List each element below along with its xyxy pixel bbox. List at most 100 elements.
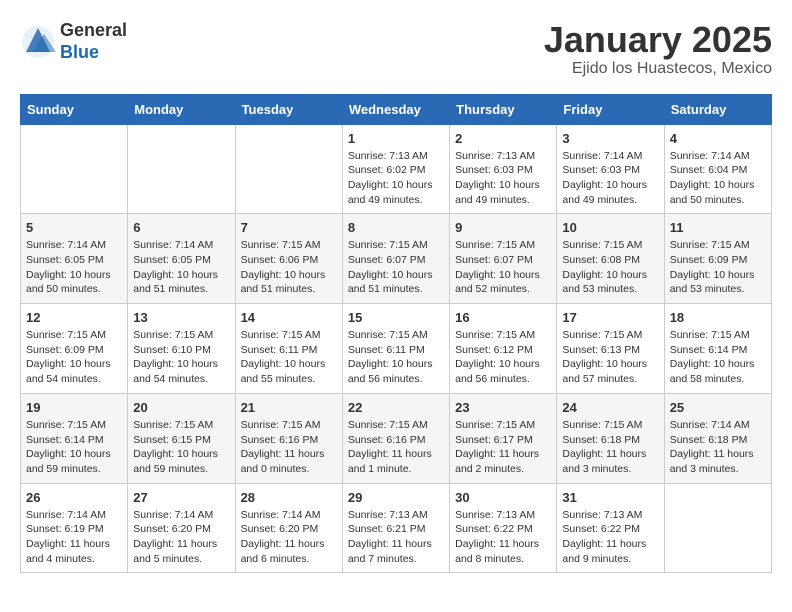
day-number: 12 [26,310,122,325]
weekday-header-cell: Wednesday [342,94,449,124]
calendar-cell: 14 Sunrise: 7:15 AMSunset: 6:11 PMDayligh… [235,304,342,394]
calendar-cell: 7 Sunrise: 7:15 AMSunset: 6:06 PMDaylight… [235,214,342,304]
day-number: 25 [670,400,766,415]
calendar-cell: 31 Sunrise: 7:13 AMSunset: 6:22 PMDayligh… [557,483,664,573]
calendar-cell: 23 Sunrise: 7:15 AMSunset: 6:17 PMDayligh… [450,393,557,483]
calendar-cell: 12 Sunrise: 7:15 AMSunset: 6:09 PMDayligh… [21,304,128,394]
calendar-cell [21,124,128,214]
day-info: Sunrise: 7:15 AMSunset: 6:07 PMDaylight:… [348,238,444,297]
calendar-cell: 11Sunrise: 7:15 AMSunset: 6:09 PMDayligh… [664,214,771,304]
day-info: Sunrise: 7:13 AMSunset: 6:03 PMDaylight:… [455,149,551,208]
day-number: 21 [241,400,337,415]
logo-icon [20,24,56,60]
calendar-cell: 4Sunrise: 7:14 AMSunset: 6:04 PMDaylight… [664,124,771,214]
day-info: Sunrise: 7:13 AMSunset: 6:22 PMDaylight:… [562,508,658,567]
calendar-week-row: 1Sunrise: 7:13 AMSunset: 6:02 PMDaylight… [21,124,772,214]
day-number: 8 [348,220,444,235]
weekday-header-cell: Saturday [664,94,771,124]
day-info: Sunrise: 7:15 AMSunset: 6:08 PMDaylight:… [562,238,658,297]
day-number: 24 [562,400,658,415]
day-number: 13 [133,310,229,325]
calendar-cell: 6Sunrise: 7:14 AMSunset: 6:05 PMDaylight… [128,214,235,304]
calendar-body: 1Sunrise: 7:13 AMSunset: 6:02 PMDaylight… [21,124,772,573]
calendar-cell [128,124,235,214]
weekday-header-cell: Friday [557,94,664,124]
day-info: Sunrise: 7:15 AMSunset: 6:09 PMDaylight:… [26,328,122,387]
day-info: Sunrise: 7:15 AMSunset: 6:14 PMDaylight:… [26,418,122,477]
calendar-cell: 25 Sunrise: 7:14 AMSunset: 6:18 PMDayligh… [664,393,771,483]
day-number: 26 [26,490,122,505]
day-number: 23 [455,400,551,415]
calendar-cell: 8 Sunrise: 7:15 AMSunset: 6:07 PMDaylight… [342,214,449,304]
day-info: Sunrise: 7:15 AMSunset: 6:18 PMDaylight:… [562,418,658,477]
calendar-cell: 18Sunrise: 7:15 AMSunset: 6:14 PMDayligh… [664,304,771,394]
day-number: 18 [670,310,766,325]
day-number: 7 [241,220,337,235]
calendar-cell: 28Sunrise: 7:14 AMSunset: 6:20 PMDayligh… [235,483,342,573]
day-info: Sunrise: 7:14 AMSunset: 6:03 PMDaylight:… [562,149,658,208]
day-info: Sunrise: 7:15 AMSunset: 6:09 PMDaylight:… [670,238,766,297]
page-header: General Blue January 2025 Ejido los Huas… [20,20,772,78]
day-info: Sunrise: 7:15 AMSunset: 6:10 PMDaylight:… [133,328,229,387]
day-info: Sunrise: 7:15 AMSunset: 6:12 PMDaylight:… [455,328,551,387]
day-number: 31 [562,490,658,505]
calendar-week-row: 12 Sunrise: 7:15 AMSunset: 6:09 PMDayligh… [21,304,772,394]
calendar-cell: 30 Sunrise: 7:13 AMSunset: 6:22 PMDayligh… [450,483,557,573]
calendar-location: Ejido los Huastecos, Mexico [544,60,772,78]
day-number: 10 [562,220,658,235]
day-info: Sunrise: 7:14 AMSunset: 6:05 PMDaylight:… [26,238,122,297]
calendar-cell: 9Sunrise: 7:15 AMSunset: 6:07 PMDaylight… [450,214,557,304]
calendar-cell: 19Sunrise: 7:15 AMSunset: 6:14 PMDayligh… [21,393,128,483]
calendar-cell [664,483,771,573]
calendar-cell: 16 Sunrise: 7:15 AMSunset: 6:12 PMDayligh… [450,304,557,394]
calendar-cell: 10 Sunrise: 7:15 AMSunset: 6:08 PMDayligh… [557,214,664,304]
calendar-cell: 3 Sunrise: 7:14 AMSunset: 6:03 PMDaylight… [557,124,664,214]
day-info: Sunrise: 7:15 AMSunset: 6:15 PMDaylight:… [133,418,229,477]
logo-blue-text: Blue [60,42,99,62]
day-number: 16 [455,310,551,325]
day-number: 1 [348,131,444,146]
day-info: Sunrise: 7:15 AMSunset: 6:16 PMDaylight:… [348,418,444,477]
calendar-cell: 24 Sunrise: 7:15 AMSunset: 6:18 PMDayligh… [557,393,664,483]
calendar-cell: 29Sunrise: 7:13 AMSunset: 6:21 PMDayligh… [342,483,449,573]
calendar-cell: 26 Sunrise: 7:14 AMSunset: 6:19 PMDayligh… [21,483,128,573]
day-info: Sunrise: 7:15 AMSunset: 6:11 PMDaylight:… [241,328,337,387]
day-number: 5 [26,220,122,235]
day-info: Sunrise: 7:15 AMSunset: 6:17 PMDaylight:… [455,418,551,477]
day-info: Sunrise: 7:14 AMSunset: 6:20 PMDaylight:… [133,508,229,567]
calendar-cell: 1Sunrise: 7:13 AMSunset: 6:02 PMDaylight… [342,124,449,214]
day-info: Sunrise: 7:14 AMSunset: 6:19 PMDaylight:… [26,508,122,567]
day-info: Sunrise: 7:15 AMSunset: 6:11 PMDaylight:… [348,328,444,387]
day-number: 14 [241,310,337,325]
calendar-cell: 22Sunrise: 7:15 AMSunset: 6:16 PMDayligh… [342,393,449,483]
weekday-header-cell: Monday [128,94,235,124]
weekday-header-cell: Thursday [450,94,557,124]
weekday-header-cell: Sunday [21,94,128,124]
day-info: Sunrise: 7:13 AMSunset: 6:21 PMDaylight:… [348,508,444,567]
day-number: 20 [133,400,229,415]
day-number: 9 [455,220,551,235]
calendar-cell [235,124,342,214]
day-number: 3 [562,131,658,146]
day-info: Sunrise: 7:14 AMSunset: 6:18 PMDaylight:… [670,418,766,477]
calendar-cell: 5 Sunrise: 7:14 AMSunset: 6:05 PMDaylight… [21,214,128,304]
day-number: 30 [455,490,551,505]
calendar-cell: 21Sunrise: 7:15 AMSunset: 6:16 PMDayligh… [235,393,342,483]
weekday-header-cell: Tuesday [235,94,342,124]
day-info: Sunrise: 7:14 AMSunset: 6:20 PMDaylight:… [241,508,337,567]
weekday-header-row: SundayMondayTuesdayWednesdayThursdayFrid… [21,94,772,124]
day-info: Sunrise: 7:13 AMSunset: 6:22 PMDaylight:… [455,508,551,567]
calendar-title: January 2025 [544,20,772,60]
calendar-week-row: 19Sunrise: 7:15 AMSunset: 6:14 PMDayligh… [21,393,772,483]
day-number: 15 [348,310,444,325]
day-number: 2 [455,131,551,146]
title-block: January 2025 Ejido los Huastecos, Mexico [544,20,772,78]
day-info: Sunrise: 7:15 AMSunset: 6:13 PMDaylight:… [562,328,658,387]
day-number: 27 [133,490,229,505]
day-info: Sunrise: 7:15 AMSunset: 6:06 PMDaylight:… [241,238,337,297]
logo-general-text: General [60,20,127,40]
day-number: 17 [562,310,658,325]
calendar-week-row: 26 Sunrise: 7:14 AMSunset: 6:19 PMDayligh… [21,483,772,573]
day-number: 6 [133,220,229,235]
calendar-week-row: 5 Sunrise: 7:14 AMSunset: 6:05 PMDaylight… [21,214,772,304]
